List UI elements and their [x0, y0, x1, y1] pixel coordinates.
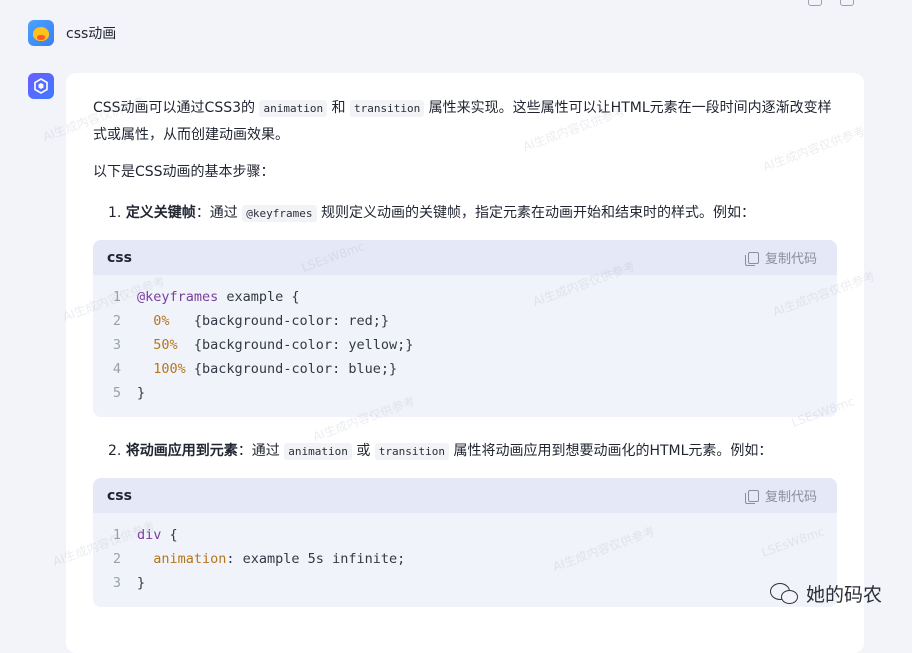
- code-line: 4 100% {background-color: blue;}: [112, 361, 398, 377]
- steps-intro: 以下是CSS动画的基本步骤：: [93, 164, 275, 180]
- intro-paragraph: CSS动画可以通过CSS3的 animation 和 transition 属性…: [93, 100, 832, 143]
- code-block-keyframes: css 复制代码 1 @keyframes example { 2 0% {bac…: [93, 240, 837, 417]
- duck-avatar-icon: [28, 20, 54, 46]
- code-language: css: [107, 487, 132, 504]
- code-header: css 复制代码: [93, 478, 837, 513]
- bot-logo-icon: [28, 73, 54, 99]
- copy-icon: [744, 489, 759, 504]
- code-block-apply: css 复制代码 1 div { 2 animation: example 5s …: [93, 478, 837, 607]
- copy-icon: [744, 251, 759, 266]
- code-line: 2 0% {background-color: red;}: [112, 313, 389, 329]
- inline-code-transition: transition: [349, 100, 425, 117]
- user-prompt-text: css动画: [66, 26, 117, 42]
- wechat-icon: [769, 582, 798, 605]
- answer-card: CSS动画可以通过CSS3的 animation 和 transition 属性…: [66, 73, 864, 653]
- inline-code-animation-2: animation: [284, 443, 352, 460]
- code-body: 1 div { 2 animation: example 5s infinite;…: [93, 513, 837, 607]
- code-line: 1 div {: [112, 527, 178, 543]
- step-2: 2. 将动画应用到元素：通过 animation 或 transition 属性…: [108, 443, 773, 460]
- code-language: css: [107, 249, 132, 266]
- share-icon[interactable]: [840, 0, 854, 6]
- copy-message-icon[interactable]: [808, 0, 822, 6]
- code-line: 5}: [112, 385, 146, 401]
- code-line: 1 @keyframes example {: [112, 289, 300, 305]
- copy-code-button[interactable]: 复制代码: [744, 486, 817, 505]
- code-header: css 复制代码: [93, 240, 837, 275]
- code-body: 1 @keyframes example { 2 0% {background-c…: [93, 275, 837, 417]
- code-line: 2 animation: example 5s infinite;: [112, 551, 406, 567]
- top-toolbar-icons[interactable]: [808, 0, 854, 6]
- inline-code-animation: animation: [259, 100, 328, 117]
- code-line: 3}: [112, 575, 146, 591]
- brand-watermark: 她的码农: [769, 580, 882, 607]
- inline-code-keyframes: @keyframes: [242, 205, 317, 222]
- user-message: css动画: [28, 20, 116, 46]
- copy-code-button[interactable]: 复制代码: [744, 248, 817, 267]
- inline-code-transition-2: transition: [374, 443, 450, 460]
- step-1: 1. 定义关键帧：通过 @keyframes 规则定义动画的关键帧，指定元素在动…: [108, 205, 755, 222]
- code-line: 3 50% {background-color: yellow;}: [112, 337, 414, 353]
